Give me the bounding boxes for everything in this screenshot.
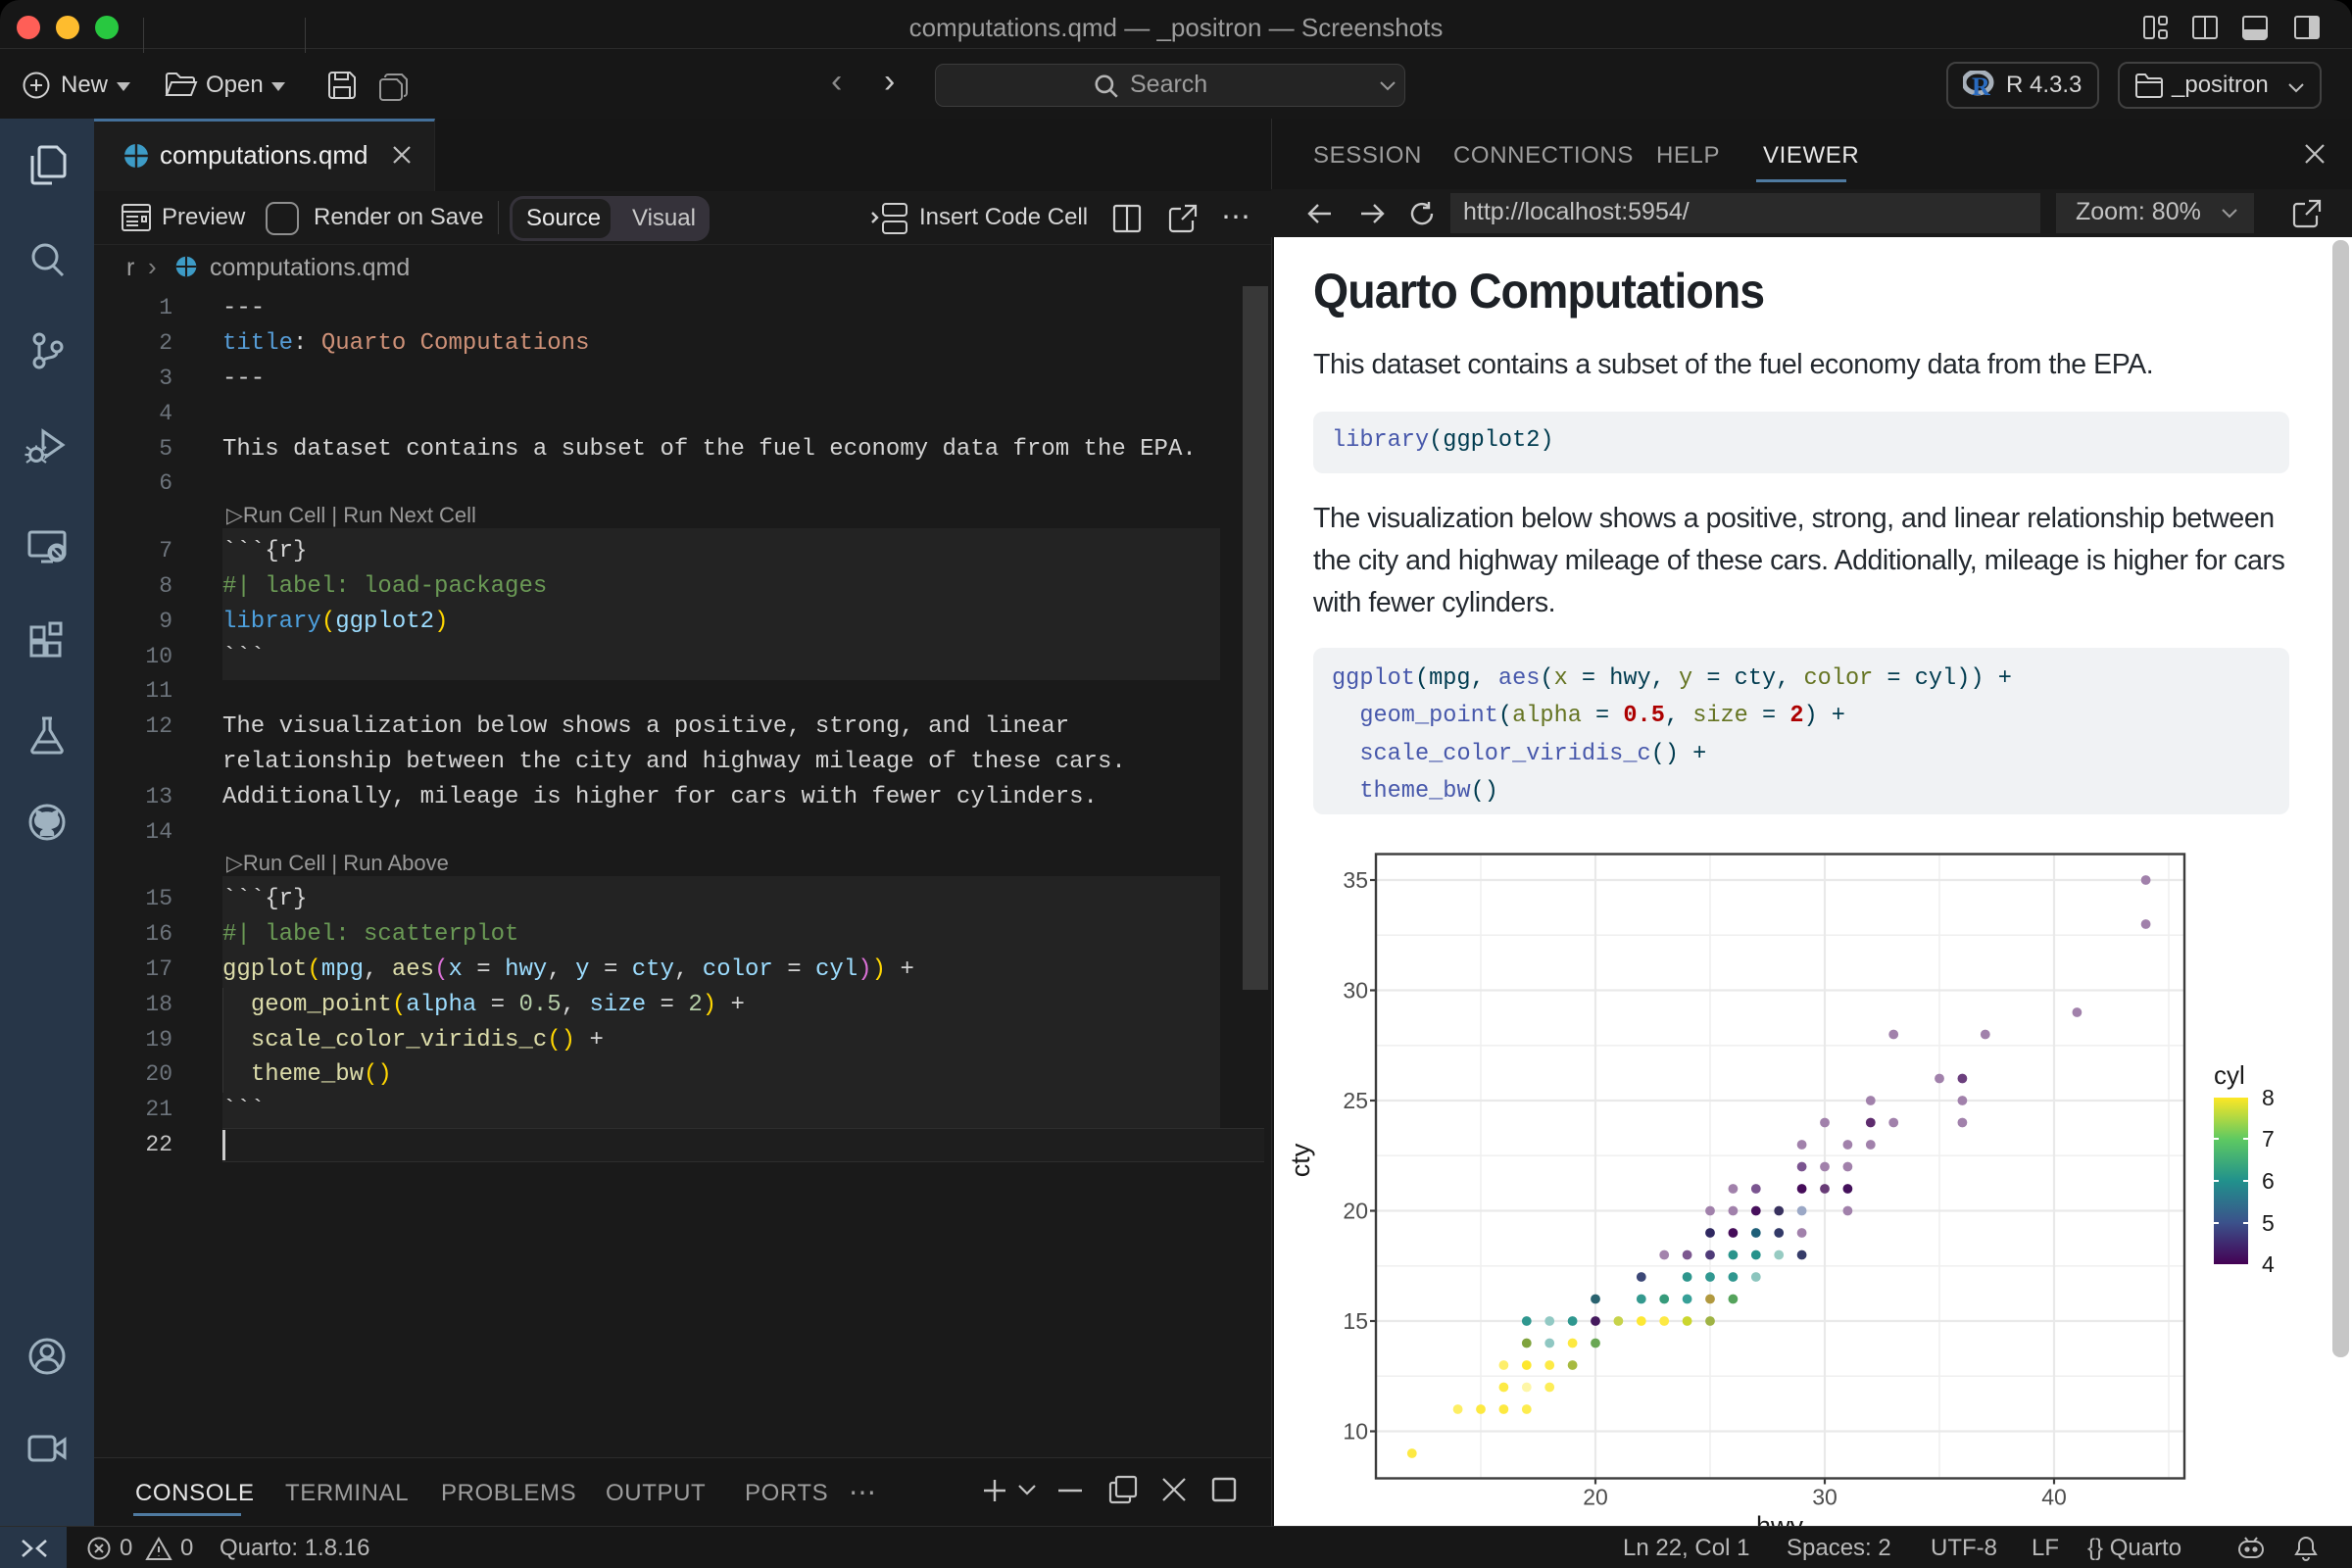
svg-text:20: 20 [1343,1199,1368,1224]
svg-text:15: 15 [1343,1308,1368,1334]
svg-text:30: 30 [1812,1485,1838,1510]
svg-text:hwy: hwy [1756,1511,1804,1526]
svg-text:4: 4 [2262,1251,2275,1277]
svg-text:40: 40 [2041,1485,2067,1510]
svg-text:25: 25 [1343,1088,1368,1113]
svg-text:5: 5 [2262,1210,2275,1236]
svg-text:cyl: cyl [2214,1060,2245,1090]
svg-text:10: 10 [1343,1419,1368,1445]
svg-text:8: 8 [2262,1085,2275,1110]
svg-text:35: 35 [1343,867,1368,893]
svg-text:20: 20 [1583,1485,1608,1510]
svg-text:6: 6 [2262,1168,2275,1194]
svg-text:R: R [1972,73,1990,98]
svg-text:cty: cty [1286,1143,1315,1177]
svg-text:30: 30 [1343,978,1368,1004]
svg-text:7: 7 [2262,1126,2275,1152]
